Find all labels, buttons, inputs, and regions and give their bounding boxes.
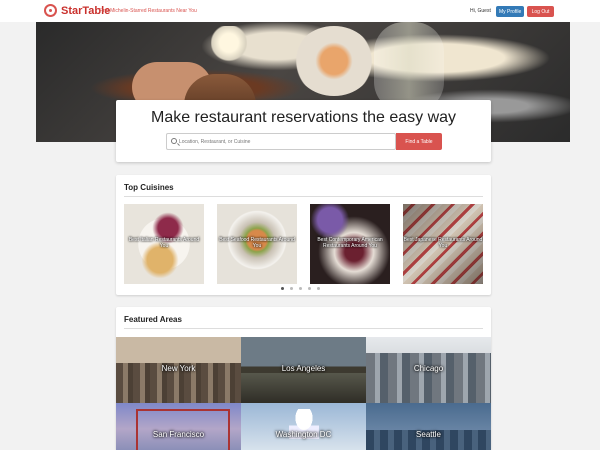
cuisine-card-label: Best Japanese Restaurants Around You (403, 237, 483, 249)
carousel-indicators (281, 287, 326, 290)
area-label: Seattle (416, 430, 441, 439)
divider (124, 196, 483, 197)
area-label: Washington DC (275, 430, 332, 439)
hero-glass-image (374, 22, 444, 112)
area-tile-washington-dc[interactable]: Washington DC (241, 403, 366, 450)
logo-icon (44, 4, 57, 17)
section-title: Featured Areas (124, 315, 182, 324)
search-input[interactable] (179, 135, 393, 148)
cuisine-card-label: Best Italian Restaurants Around You (128, 237, 200, 249)
area-tile-new-york[interactable]: New York (116, 337, 241, 403)
my-profile-button[interactable]: My Profile (496, 6, 525, 17)
search-icon (171, 138, 177, 144)
user-greeting: Hi, Guest (470, 8, 491, 14)
area-tile-los-angeles[interactable]: Los Angeles (241, 337, 366, 403)
area-label: Los Angeles (281, 364, 326, 373)
find-table-button[interactable]: Find a Table (396, 133, 442, 150)
hero-plate-image (294, 26, 374, 96)
cuisine-card-italian[interactable]: Best Italian Restaurants Around You (124, 204, 204, 284)
search-panel: Make restaurant reservations the easy wa… (116, 100, 491, 162)
hero-candle-image (211, 26, 247, 68)
featured-areas-section: Featured Areas New York Los Angeles Chic… (116, 307, 491, 450)
carousel-dot[interactable] (299, 287, 302, 290)
carousel-dot[interactable] (308, 287, 311, 290)
cuisine-card-label: Best Contemporary American Restaurants A… (317, 237, 383, 249)
cuisine-card-american[interactable]: Best Contemporary American Restaurants A… (310, 204, 390, 284)
search-field[interactable] (166, 133, 396, 150)
area-label: San Francisco (152, 430, 205, 439)
carousel-dot[interactable] (281, 287, 284, 290)
cuisine-card-label: Best Seafood Restaurants Around You (219, 237, 295, 249)
area-tile-seattle[interactable]: Seattle (366, 403, 491, 450)
cuisine-card-japanese[interactable]: Best Japanese Restaurants Around You (403, 204, 483, 284)
area-tile-chicago[interactable]: Chicago (366, 337, 491, 403)
divider (124, 328, 483, 329)
top-navbar: StarTable Find Michelin-Starred Restaura… (0, 0, 600, 22)
carousel-dot[interactable] (290, 287, 293, 290)
area-label: New York (161, 364, 196, 373)
logout-button[interactable]: Log Out (527, 6, 554, 17)
section-title: Top Cuisines (124, 183, 174, 192)
top-cuisines-section: Top Cuisines Best Italian Restaurants Ar… (116, 175, 491, 295)
carousel-dot[interactable] (317, 287, 320, 290)
cuisine-card-seafood[interactable]: Best Seafood Restaurants Around You (217, 204, 297, 284)
brand-tagline: Find Michelin-Starred Restaurants Near Y… (99, 8, 197, 14)
search-heading: Make restaurant reservations the easy wa… (150, 109, 457, 126)
area-tile-san-francisco[interactable]: San Francisco (116, 403, 241, 450)
area-label: Chicago (413, 364, 444, 373)
